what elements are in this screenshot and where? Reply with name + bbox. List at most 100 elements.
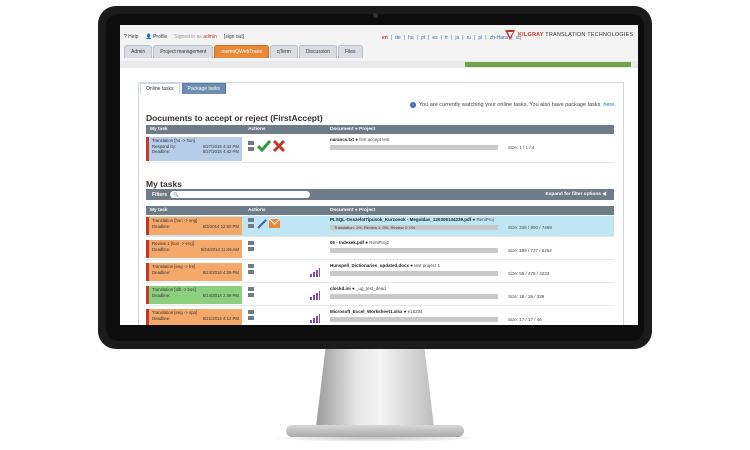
first-accept-title: Documents to accept or reject (FirstAcce… [146,113,323,123]
document-size: Size: 58 / 476 / 4233 [508,271,550,276]
document-stack-icon[interactable] [248,218,255,229]
language-option[interactable]: es [432,35,437,41]
panel-tab[interactable]: Online tasks [140,83,180,94]
screen: ? Help 👤 Profile Signed in as admin [sig… [120,25,638,325]
main-nav: Admin Project management memoQWebTrans qTer… [124,45,363,58]
green-status-bar [465,62,631,67]
deadline-date: 5/14/2014 2:46 PM [202,292,239,298]
language-option[interactable]: pl [478,35,482,41]
top-links: ? Help 👤 Profile Signed in as admin [sig… [124,34,244,40]
accept-icon[interactable] [257,140,271,152]
document-stack-icon[interactable] [248,287,255,298]
language-option[interactable]: en [382,35,388,41]
nav-tab[interactable]: memoQWebTrans [214,45,269,58]
document-stack-icon[interactable] [248,264,255,275]
nav-tab[interactable]: qTerm [269,45,298,58]
deadline-label: Deadline: [152,149,171,154]
deadline-date: 5/27/2015 4:42 PM [202,149,239,154]
statistics-icon[interactable] [310,291,320,300]
project-name: e15234 [407,309,423,314]
task-row[interactable]: Translation [eng -> fre] Deadline: 5/24/20… [146,262,614,283]
deadline-date: 5/21/2014 4:12 PM [202,315,239,321]
document-size: Size: 236 / 800 / 7469 [508,225,552,230]
document-name[interactable]: Microsoft_Excel_Worksheet1.xlsx ● e15234 [330,309,423,314]
first-accept-row[interactable]: Translation [hu -> hun] Respond by: 5/27/… [146,136,614,163]
signed-in-label: Signed in as admin [174,34,217,40]
task-box: Review 1 [hun -> eng] Deadline: 5/24/2014 … [146,240,242,258]
panel-tab[interactable]: Package tasks [181,83,227,94]
project-name: ReniProj2 [369,240,389,245]
monitor-stand [316,349,434,427]
mail-icon[interactable] [269,219,280,228]
document-name[interactable]: clockd.ini ● _ug_test_dead [330,286,386,291]
task-row[interactable]: Translation [eng -> spa] Deadline: 5/21/20… [146,308,614,325]
top-bar: ? Help 👤 Profile Signed in as admin [sig… [120,25,638,62]
separator: | [440,35,442,41]
document-size: Size: 18 / 26 / 339 [508,294,545,299]
task-actions [248,241,255,252]
progress-bar: Translation: 1%, Review 1: 0%, Review 2:… [330,225,498,230]
task-box: Translation [hun -> eng] Deadline: 5/3/201… [146,217,242,235]
language-option[interactable]: fr [445,35,448,41]
search-icon: 🔍 [173,192,179,197]
language-option[interactable]: de [395,35,401,41]
document-name[interactable]: PLSQL-OsszefoITipusok_Kurzonok - Megolda… [330,217,494,222]
separator: | [390,35,393,41]
task-box: Translation [eng -> fre] Deadline: 5/24/20… [146,263,242,281]
kilgray-logo: KILGRAY TRANSLATION TECHNOLOGIES [505,30,633,40]
signed-in-user: admin [203,34,217,40]
monitor-base [286,425,464,437]
nav-tab[interactable]: Project management [153,45,214,58]
language-option[interactable]: ru [467,35,471,41]
document-name[interactable]: 05 - Indexek.pdf ● ReniProj2 [330,240,389,245]
deadline-label: Deadline: [152,223,171,229]
nav-tab[interactable]: Files [338,45,363,58]
statistics-icon[interactable] [310,268,320,277]
my-tasks-title: My tasks [146,179,182,189]
logo-text: KILGRAY TRANSLATION TECHNOLOGIES [518,32,634,38]
task-box: Translation [hu -> hun] Respond by: 5/27/… [146,137,242,161]
document-name[interactable]: narancs.txt ● first accept test [330,137,390,142]
task-row[interactable]: Review 1 [hun -> eng] Deadline: 5/24/2014 … [146,239,614,260]
package-tasks-link[interactable]: here. [603,102,616,108]
statistics-icon[interactable] [310,314,320,323]
document-size: Size: 17 / 17 / 46 [508,317,542,322]
document-size: Size: 189 / 727 / 6254 [508,248,552,253]
document-stack-icon[interactable] [248,241,255,252]
task-row[interactable]: Translation [hun -> eng] Deadline: 5/3/201… [146,216,614,237]
my-tasks-table-header: My task Actions Document ● Project [146,206,614,215]
col-document: Document ● Project [330,208,376,213]
edit-icon[interactable] [257,218,267,229]
filters-label: Filters [152,192,168,198]
project-name: _ug_test_dead [355,286,386,291]
profile-link[interactable]: 👤 Profile [145,34,167,40]
task-box: Translation [alb -> bos] Deadline: 5/14/20… [146,286,242,304]
nav-tab[interactable]: Discussion [298,45,337,58]
accept-actions [248,140,285,152]
deadline-label: Deadline: [152,315,171,321]
task-row[interactable]: Translation [alb -> bos] Deadline: 5/14/20… [146,285,614,306]
separator: | [416,35,418,41]
document-stack-icon[interactable] [248,140,255,152]
info-message: i You are currently watching your online… [410,102,616,108]
deadline-date: 5/24/2014 11:46 AM [200,246,239,252]
first-accept-table-header: My task Actions Document ● Project [146,125,614,134]
help-link[interactable]: ? Help [124,34,138,40]
deadline-label: Deadline: [152,292,171,298]
sign-out-link[interactable]: [sign out] [224,34,244,40]
reject-icon[interactable] [273,140,285,152]
deadline-date: 5/24/2014 4:29 PM [202,269,239,275]
filter-search-input[interactable]: 🔍 [170,191,310,198]
language-option[interactable]: ja [455,35,459,41]
expand-filter-button[interactable]: Expand for filter options ◀ [546,192,606,197]
progress-bar [330,248,498,253]
document-stack-icon[interactable] [248,310,255,321]
nav-tab[interactable]: Admin [124,45,153,58]
task-actions [248,264,255,275]
language-option[interactable]: hu [408,35,414,41]
document-name[interactable]: Hunspell_Dictionaries_updated.docx ● tes… [330,263,440,268]
separator: | [403,35,406,41]
project-name: first accept test [359,137,390,142]
task-box: Translation [eng -> spa] Deadline: 5/21/20… [146,309,242,325]
language-option[interactable]: pt [421,35,425,41]
